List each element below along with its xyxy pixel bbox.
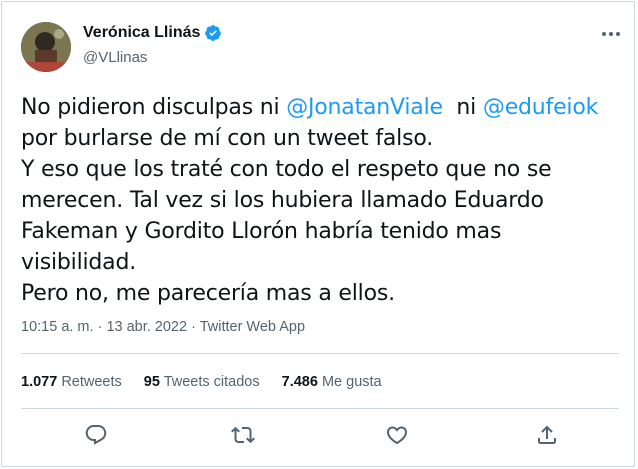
avatar-image [21,22,71,72]
retweet-button[interactable] [231,423,255,447]
author-name-row[interactable]: Verónica Llinás [83,24,222,42]
tweet-card: Verónica Llinás @VLlinas No pidieron dis… [1,1,635,467]
tweet-meta: 10:15 a. m. · 13 abr. 2022 · Twitter Web… [21,319,305,335]
heart-icon [386,426,408,445]
share-button[interactable] [535,423,559,447]
divider [21,408,619,409]
avatar[interactable] [21,22,71,72]
likes-stat[interactable]: 7.486 Me gusta [282,374,382,390]
retweets-label: Retweets [61,374,122,390]
tweet-stats: 1.077 Retweets 95 Tweets citados 7.486 M… [21,374,404,390]
tweet-text-segment: No pidieron disculpas ni [21,95,287,120]
reply-icon [85,425,107,445]
author-display-name[interactable]: Verónica Llinás [83,24,200,42]
likes-count: 7.486 [281,374,318,390]
author-handle[interactable]: @VLlinas [83,49,147,66]
tweet-line-1: No pidieron disculpas ni @JonatanViale n… [21,92,621,123]
verified-badge-icon [205,25,222,41]
tweet-line-3: Y eso que los traté con todo el respeto … [21,157,552,275]
meta-separator: · [187,319,200,335]
retweet-icon [231,426,255,444]
mention-link[interactable]: @edufeiok [483,95,598,120]
tweet-line-2: por burlarse de mí con un tweet falso. [21,126,434,151]
reply-button[interactable] [84,423,108,447]
tweet-line-4: Pero no, me parecería mas a ellos. [21,281,395,306]
tweet-text-segment: ni [442,95,483,120]
quotes-count: 95 [143,374,160,390]
meta-separator: · [93,319,107,335]
likes-label: Me gusta [321,374,382,390]
retweets-count: 1.077 [21,374,58,390]
tweet-source: Twitter Web App [199,319,306,335]
retweets-stat[interactable]: 1.077 Retweets [21,374,122,390]
tweet-text: No pidieron disculpas ni @JonatanViale n… [21,92,621,309]
tweet-date[interactable]: 13 abr. 2022 [106,319,187,335]
quotes-label: Tweets citados [163,374,260,390]
tweet-time[interactable]: 10:15 a. m. [21,319,94,335]
divider [21,353,619,354]
more-options-icon[interactable] [600,29,622,39]
share-icon [538,425,556,444]
mention-link[interactable]: @JonatanViale [286,95,443,120]
tweet-actions [2,423,636,449]
like-button[interactable] [385,423,409,447]
quotes-stat[interactable]: 95 Tweets citados [144,374,260,390]
